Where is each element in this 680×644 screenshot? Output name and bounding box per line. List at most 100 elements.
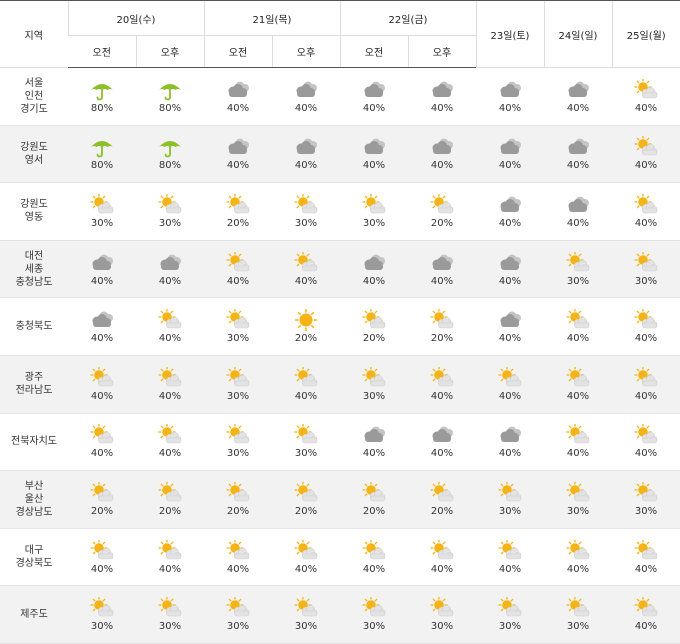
forecast-cell: 40% [204,240,272,298]
precip-probability: 40% [498,275,522,287]
partly-cloudy-icon [633,424,659,448]
precip-probability: 40% [294,563,318,575]
partly-cloudy-icon [497,539,523,564]
region-name-line: 충청남도 [15,276,53,288]
day-header-4: 23일(토) [475,0,544,68]
precip-probability: 30% [566,621,590,633]
partly-cloudy-icon [89,193,115,218]
region-name-line: 경상남도 [15,506,53,518]
table-row: 강원도 영서 80% 80% 40% 40% 40% 40% 40% 40% 40% [0,125,680,183]
region-cell: 충청북도 [0,298,68,356]
region-name-line: 영동 [24,212,44,224]
cloudy-icon [497,79,523,103]
am-header: 오전 [203,35,272,68]
partly-cloudy-icon [565,309,591,333]
pm-header: 오후 [407,35,476,68]
precip-probability: 30% [362,621,386,633]
partly-cloudy-icon [361,597,387,621]
region-name-line: 울산 [24,493,44,505]
region-name-line: 영서 [24,154,44,166]
forecast-cell: 20% [408,298,476,356]
cloudy-icon [497,136,523,160]
partly-cloudy-icon [429,366,455,391]
precip-probability: 20% [90,505,114,517]
cloudy-icon [429,79,455,103]
forecast-cell: 40% [136,355,204,414]
region-cell: 서울 인천 경기도 [0,68,68,126]
forecast-cell: 40% [476,298,544,356]
partly-cloudy-icon [633,251,659,276]
precip-probability: 40% [634,390,658,402]
precip-probability: 40% [566,390,590,402]
precip-probability: 20% [226,505,250,517]
forecast-cell: 40% [272,528,340,586]
precip-probability: 30% [362,390,386,402]
forecast-cell: 40% [272,240,340,298]
umbrella-rain-icon [157,79,183,103]
forecast-cell: 30% [340,585,408,644]
region-name: 전북자치도 [0,435,68,448]
precip-probability: 40% [430,563,454,575]
precip-probability: 40% [634,333,658,345]
forecast-cell: 40% [340,528,408,586]
region-cell: 전북자치도 [0,413,68,471]
partly-cloudy-icon [157,309,183,333]
forecast-cell: 30% [544,470,612,529]
forecast-cell: 80% [136,68,204,126]
cloudy-icon [429,424,455,448]
forecast-cell: 40% [476,68,544,126]
partly-cloudy-icon [633,597,659,621]
forecast-cell: 30% [204,355,272,414]
sunny-icon [293,309,319,333]
precip-probability: 20% [430,217,454,229]
partly-cloudy-icon [89,424,115,448]
precip-probability: 20% [362,333,386,345]
partly-cloudy-icon [293,481,319,506]
partly-cloudy-icon [157,366,183,391]
forecast-cell: 40% [476,528,544,586]
precip-probability: 40% [498,390,522,402]
precip-probability: 40% [498,160,522,172]
precip-probability: 30% [226,333,250,345]
precip-probability: 40% [226,275,250,287]
partly-cloudy-icon [565,424,591,448]
forecast-cell: 30% [204,413,272,471]
day-header-1: 20일(수) [67,0,204,36]
forecast-cell: 40% [544,528,612,586]
region-name: 강원도 영동 [0,198,68,224]
forecast-cell: 20% [408,183,476,241]
region-cell: 대전 세종 충청남도 [0,240,68,298]
partly-cloudy-icon [225,481,251,506]
table-row: 전북자치도 40% 40% 30% 30% 40% 40% 40% 40% 40% [0,413,680,471]
precip-probability: 30% [294,217,318,229]
forecast-cell: 30% [272,183,340,241]
precip-probability: 40% [430,160,454,172]
forecast-cell: 80% [68,125,136,183]
region-name: 제주도 [0,608,68,621]
region-cell: 부산 울산 경상남도 [0,470,68,529]
cloudy-icon [429,252,455,276]
forecast-cell: 40% [612,183,680,241]
partly-cloudy-icon [225,251,251,276]
partly-cloudy-icon [89,539,115,564]
forecast-cell: 40% [204,125,272,183]
forecast-cell: 40% [544,413,612,471]
forecast-cell: 80% [68,68,136,126]
forecast-cell: 40% [136,413,204,471]
forecast-cell: 30% [476,585,544,644]
partly-cloudy-icon [429,597,455,621]
partly-cloudy-icon [565,481,591,506]
partly-cloudy-icon [361,193,387,218]
forecast-cell: 40% [340,413,408,471]
partly-cloudy-icon [361,366,387,391]
forecast-cell: 20% [136,470,204,529]
precip-probability: 40% [430,102,454,114]
precip-probability: 30% [634,505,658,517]
cloudy-icon [497,309,523,333]
forecast-cell: 30% [340,183,408,241]
partly-cloudy-icon [429,309,455,333]
partly-cloudy-icon [157,424,183,448]
precip-probability: 40% [362,563,386,575]
forecast-cell: 20% [68,470,136,529]
forecast-cell: 20% [204,183,272,241]
